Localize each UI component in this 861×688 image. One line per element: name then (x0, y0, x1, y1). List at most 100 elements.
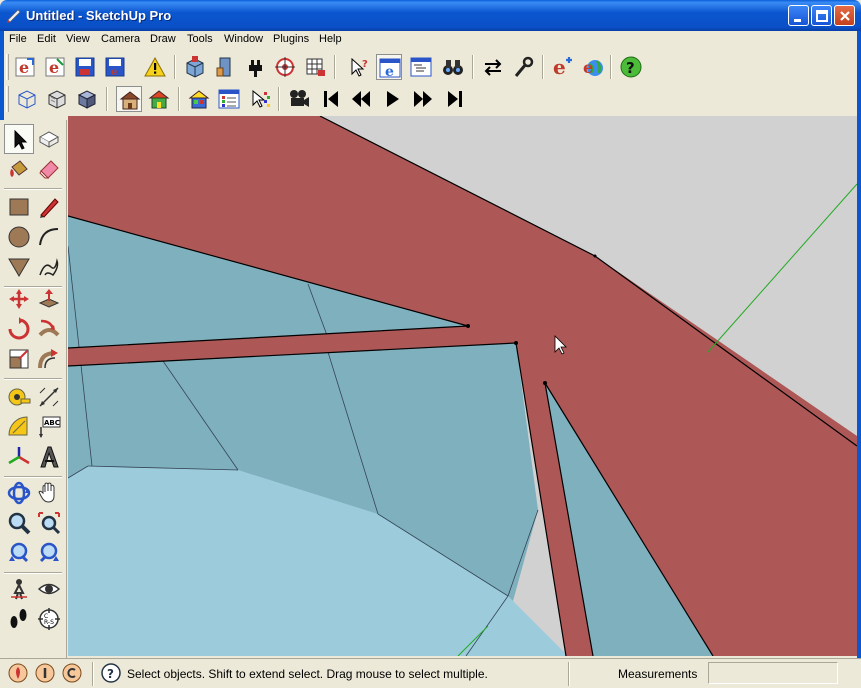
grid-dc-button[interactable] (302, 54, 328, 80)
ie-window-button[interactable]: e (376, 54, 402, 80)
credits-icon[interactable] (35, 663, 55, 683)
orbit-tool[interactable] (4, 478, 34, 508)
previous-view-tool[interactable] (4, 538, 34, 568)
move-icon (9, 289, 29, 309)
rewind-icon (352, 91, 370, 107)
minimize-button[interactable] (788, 5, 809, 26)
house-button[interactable] (116, 86, 142, 112)
movie-camera-button[interactable] (286, 86, 312, 112)
first-frame-button[interactable] (318, 86, 344, 112)
copyright-icon[interactable] (62, 663, 82, 683)
3d-text-tool[interactable] (34, 442, 64, 472)
maximize-button[interactable] (811, 5, 832, 26)
measurements-input[interactable] (708, 662, 838, 684)
last-frame-button[interactable] (442, 86, 468, 112)
plug-button[interactable] (242, 54, 268, 80)
select-tool[interactable] (4, 124, 34, 154)
component-button[interactable] (182, 54, 208, 80)
arc-tool[interactable] (34, 222, 64, 252)
offset-tool[interactable] (34, 344, 64, 374)
hidden-line-button[interactable] (44, 86, 70, 112)
look-around-tool[interactable] (34, 574, 64, 604)
dimension-tool[interactable] (34, 382, 64, 412)
first-frame-icon (324, 91, 338, 107)
select-help-icon: ? (351, 57, 368, 77)
make-component-tool[interactable] (34, 124, 64, 154)
axes-icon (8, 447, 30, 465)
freehand-tool[interactable] (34, 252, 64, 282)
eraser-tool[interactable] (34, 154, 64, 184)
menu-draw[interactable]: Draw (150, 33, 176, 45)
menu-edit[interactable]: Edit (37, 33, 56, 45)
next-view-tool[interactable] (34, 538, 64, 568)
follow-me-tool[interactable] (34, 314, 64, 344)
polygon-tool[interactable] (4, 252, 34, 282)
wireframe-button[interactable] (14, 86, 40, 112)
zoom-window-icon (38, 512, 61, 535)
status-divider (92, 662, 94, 686)
push-pull-tool[interactable] (34, 284, 64, 314)
paint-bucket-tool[interactable] (4, 154, 34, 184)
menu-plugins[interactable]: Plugins (273, 33, 309, 45)
rectangle-tool[interactable] (4, 192, 34, 222)
circle-tool[interactable] (4, 222, 34, 252)
binoculars-button[interactable] (440, 54, 466, 80)
section-plane-tool[interactable]: C R-S (34, 604, 64, 634)
zoom-tool[interactable] (4, 508, 34, 538)
instructor-help-icon[interactable]: ? (101, 663, 121, 683)
ie-import-button[interactable]: e (42, 54, 68, 80)
menu-camera[interactable]: Camera (101, 33, 140, 45)
ie-add-button[interactable]: e (550, 54, 576, 80)
help-button[interactable]: ? (618, 54, 644, 80)
menu-file[interactable]: File (9, 33, 27, 45)
play-icon (387, 91, 399, 107)
vertex-dot (466, 324, 470, 328)
arrows-swap-button[interactable] (480, 54, 506, 80)
toolbar-grip[interactable] (6, 86, 9, 112)
modeling-viewport[interactable] (68, 116, 857, 656)
warning-button[interactable] (142, 54, 168, 80)
rotate-tool[interactable] (4, 314, 34, 344)
menu-tools[interactable]: Tools (187, 33, 213, 45)
menu-view[interactable]: View (66, 33, 90, 45)
house-colored-button[interactable] (146, 86, 172, 112)
movie-camera-icon (290, 90, 309, 107)
wrench-button[interactable] (510, 54, 536, 80)
position-camera-tool[interactable] (4, 574, 34, 604)
ie-globe-button[interactable]: e (580, 54, 606, 80)
geo-location-icon[interactable] (8, 663, 28, 683)
pointer-color-button[interactable] (248, 86, 274, 112)
ie-export-button[interactable]: e (12, 54, 38, 80)
protractor-tool[interactable] (4, 412, 34, 442)
outliner-button[interactable] (408, 54, 434, 80)
svg-text:e: e (553, 56, 566, 78)
vertex-dot (514, 341, 518, 345)
shaded-button[interactable] (74, 86, 100, 112)
menu-help[interactable]: Help (319, 33, 342, 45)
walk-tool[interactable] (4, 604, 34, 634)
materials-window-button[interactable] (216, 86, 242, 112)
select-help-button[interactable]: ? (346, 54, 372, 80)
tape-measure-tool[interactable] (4, 382, 34, 412)
house-textured-button[interactable] (186, 86, 212, 112)
save-button[interactable] (72, 54, 98, 80)
rewind-button[interactable] (348, 86, 374, 112)
axes-tool[interactable] (4, 442, 34, 472)
menu-window[interactable]: Window (224, 33, 263, 45)
orbit-icon (7, 481, 31, 505)
pan-tool[interactable] (34, 478, 64, 508)
save-as-button[interactable]: e (102, 54, 128, 80)
move-tool[interactable] (4, 284, 34, 314)
fast-forward-button[interactable] (410, 86, 436, 112)
scale-tool[interactable] (4, 344, 34, 374)
close-button[interactable] (834, 5, 855, 26)
wrench-icon (514, 56, 534, 77)
zoom-window-tool[interactable] (34, 508, 64, 538)
target-dc-button[interactable] (272, 54, 298, 80)
component-plugin-button[interactable] (212, 54, 238, 80)
play-button[interactable] (380, 86, 406, 112)
text-tool[interactable]: ABC (34, 412, 64, 442)
component-plugin-icon (216, 57, 231, 77)
toolbar-grip[interactable] (6, 54, 9, 80)
line-tool[interactable] (34, 192, 64, 222)
